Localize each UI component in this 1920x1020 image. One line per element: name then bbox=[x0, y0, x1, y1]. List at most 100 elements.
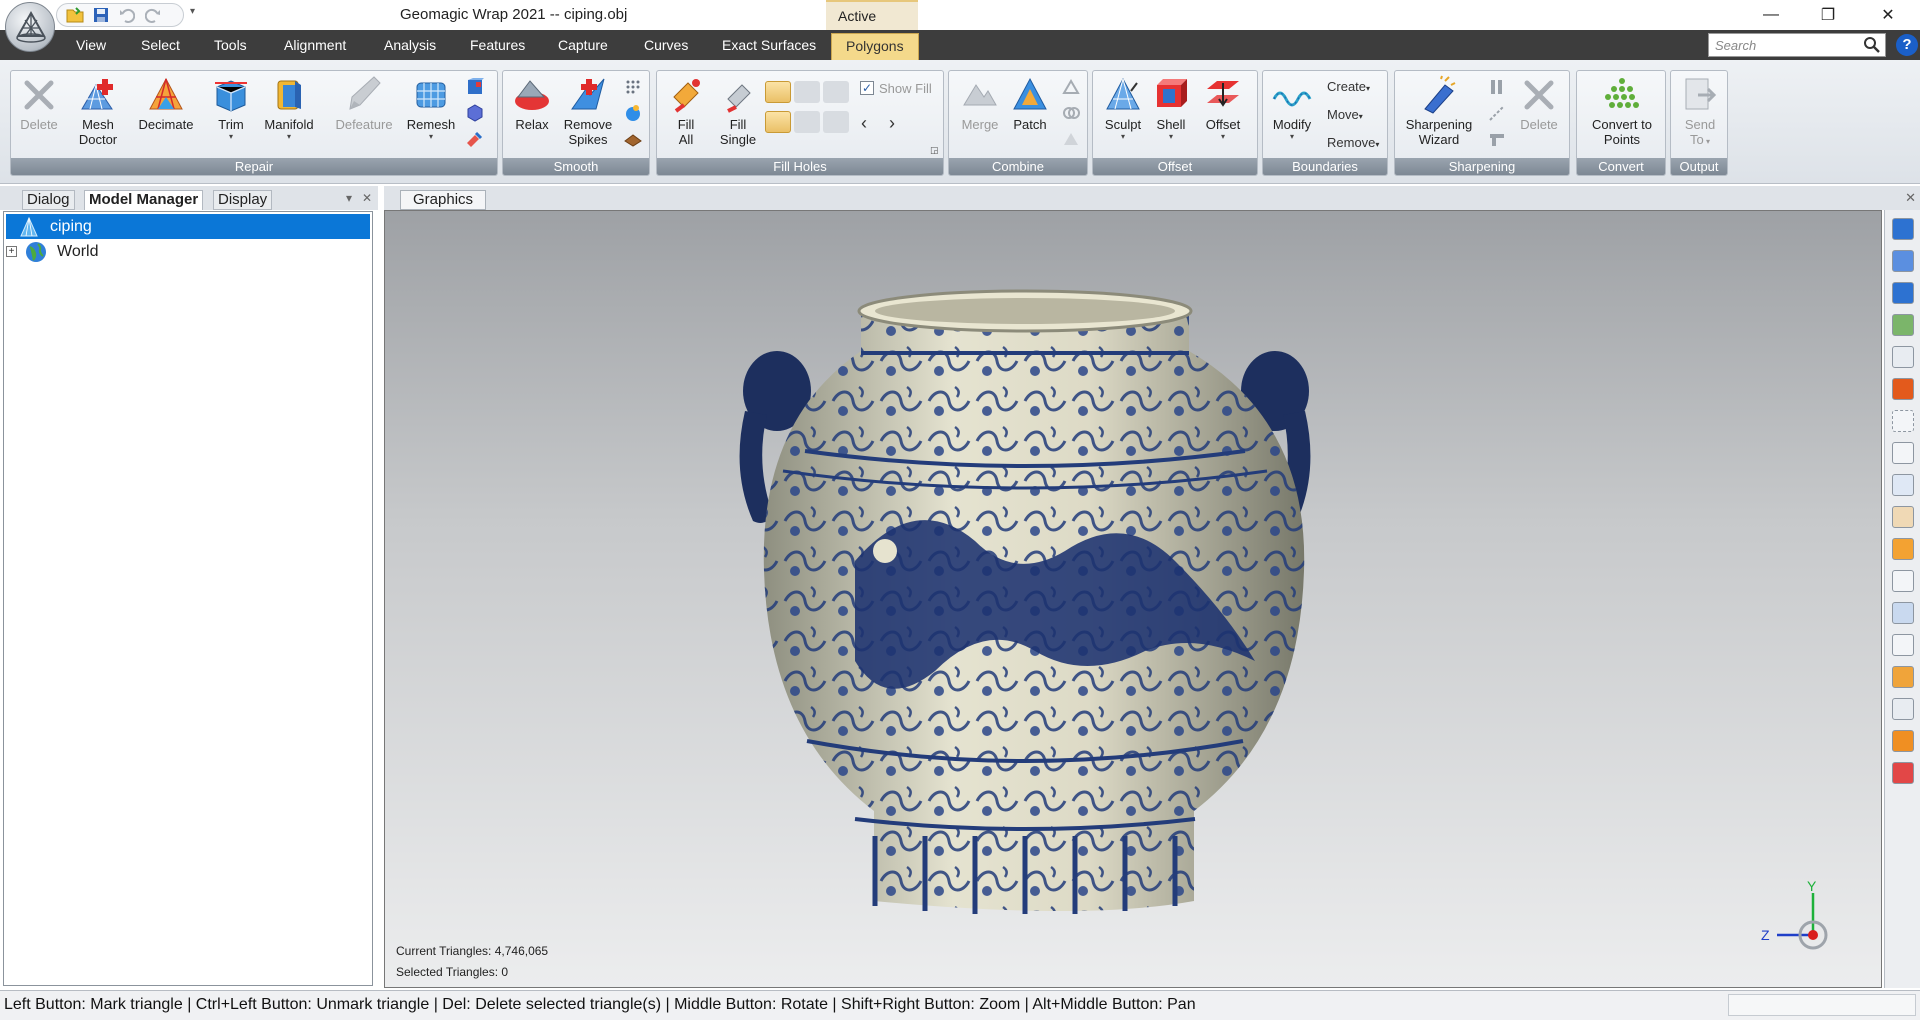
sharpen-small-2-icon[interactable] bbox=[1487, 103, 1507, 123]
offset-button[interactable]: Offset ▾ bbox=[1197, 75, 1249, 141]
sharpening-delete-button[interactable]: Delete bbox=[1515, 75, 1563, 132]
previous-arrow-icon[interactable]: ‹ bbox=[861, 113, 867, 134]
patch-button[interactable]: Patch bbox=[1007, 75, 1053, 132]
polyline-select-icon[interactable] bbox=[1892, 570, 1914, 592]
shell-button[interactable]: Shell ▾ bbox=[1149, 75, 1193, 141]
show-fill-checkbox[interactable]: ✓ bbox=[860, 81, 874, 95]
custom-region-icon[interactable] bbox=[1892, 538, 1914, 560]
repair-tool-icon[interactable] bbox=[465, 129, 485, 149]
panel-close-icon[interactable]: ✕ bbox=[362, 191, 372, 205]
search-icon[interactable] bbox=[1863, 36, 1881, 54]
sharpen-small-1-icon[interactable] bbox=[1487, 77, 1507, 97]
fill-edge-tile[interactable] bbox=[794, 111, 820, 133]
zoom-icon[interactable] bbox=[1892, 346, 1914, 368]
minimize-button[interactable]: — bbox=[1745, 0, 1797, 30]
menu-curves[interactable]: Curves bbox=[644, 30, 688, 60]
combine-small-2-icon[interactable] bbox=[1061, 103, 1081, 123]
create-dropdown[interactable]: Create▾ bbox=[1327, 79, 1370, 94]
sphere-icon[interactable] bbox=[623, 103, 643, 123]
defeature-button[interactable]: Defeature bbox=[329, 75, 399, 132]
remove-dropdown[interactable]: Remove▾ bbox=[1327, 135, 1379, 150]
decimate-button[interactable]: Decimate bbox=[135, 75, 197, 132]
menu-features[interactable]: Features bbox=[470, 30, 525, 60]
sculpt-button[interactable]: Sculpt ▾ bbox=[1099, 75, 1147, 141]
application-menu-logo[interactable] bbox=[5, 2, 55, 52]
menu-exact-surfaces[interactable]: Exact Surfaces bbox=[722, 30, 816, 60]
remesh-button[interactable]: Remesh ▾ bbox=[403, 75, 459, 141]
fit-view-icon[interactable] bbox=[1892, 282, 1914, 304]
rotate-view-icon[interactable] bbox=[1892, 250, 1914, 272]
combine-small-3-icon[interactable] bbox=[1061, 129, 1081, 149]
menu-analysis[interactable]: Analysis bbox=[384, 30, 436, 60]
graphics-viewport[interactable]: Current Triangles: 4,746,065 Selected Tr… bbox=[384, 210, 1882, 988]
send-to-button[interactable]: Send To ▾ bbox=[1675, 75, 1725, 149]
fill-complete-tile[interactable] bbox=[765, 111, 791, 133]
sharpen-small-3-icon[interactable] bbox=[1487, 129, 1507, 149]
view-toolbar bbox=[1884, 210, 1920, 988]
tab-display[interactable]: Display bbox=[213, 190, 273, 210]
invert-selection-icon[interactable] bbox=[1892, 730, 1914, 752]
tab-graphics[interactable]: Graphics bbox=[400, 190, 487, 210]
menu-alignment[interactable]: Alignment bbox=[284, 30, 346, 60]
manifold-button[interactable]: Manifold ▾ bbox=[257, 75, 321, 141]
move-dropdown[interactable]: Move▾ bbox=[1327, 107, 1363, 122]
fill-single-button[interactable]: Fill Single bbox=[713, 75, 763, 147]
tab-model-manager[interactable]: Model Manager bbox=[84, 190, 204, 210]
display-mode-icon[interactable] bbox=[1892, 314, 1914, 336]
help-icon[interactable]: ? bbox=[1896, 34, 1918, 56]
graphics-close-icon[interactable]: ✕ bbox=[1905, 190, 1916, 206]
redo-icon[interactable] bbox=[143, 5, 163, 25]
tree-item-world[interactable]: + World bbox=[6, 239, 370, 264]
relax-button[interactable]: Relax bbox=[509, 75, 555, 132]
view-cube-icon[interactable] bbox=[1892, 218, 1914, 240]
convert-to-points-button[interactable]: Convert to Points bbox=[1581, 75, 1663, 147]
expand-icon[interactable]: + bbox=[6, 246, 17, 257]
paintbrush-select-icon[interactable] bbox=[1892, 506, 1914, 528]
lighting-icon[interactable] bbox=[1892, 378, 1914, 400]
status-text: Left Button: Mark triangle | Ctrl+Left B… bbox=[4, 996, 1196, 1013]
combine-small-1-icon[interactable] bbox=[1061, 77, 1081, 97]
sandpaper-icon[interactable] bbox=[623, 129, 643, 149]
select-through-icon[interactable] bbox=[1892, 602, 1914, 624]
fill-tangent-tile[interactable] bbox=[794, 81, 820, 103]
search-input[interactable] bbox=[1715, 37, 1860, 53]
close-button[interactable]: ✕ bbox=[1862, 0, 1914, 30]
mesh-doctor-button[interactable]: Mesh Doctor bbox=[73, 75, 123, 147]
menu-tools[interactable]: Tools bbox=[214, 30, 247, 60]
next-arrow-icon[interactable]: › bbox=[889, 113, 895, 134]
remove-spikes-button[interactable]: Remove Spikes bbox=[559, 75, 617, 147]
trim-button[interactable]: Trim ▾ bbox=[209, 75, 253, 141]
select-visible-icon[interactable] bbox=[1892, 634, 1914, 656]
fill-bridge-tile[interactable] bbox=[823, 111, 849, 133]
open-folder-icon[interactable] bbox=[65, 5, 85, 25]
sharpening-wizard-button[interactable]: Sharpening Wizard bbox=[1399, 75, 1479, 147]
merge-button[interactable]: Merge bbox=[955, 75, 1005, 132]
menu-select[interactable]: Select bbox=[141, 30, 180, 60]
hexagon-icon[interactable] bbox=[465, 103, 485, 123]
select-all-icon[interactable] bbox=[1892, 666, 1914, 688]
lasso-select-icon[interactable] bbox=[1892, 442, 1914, 464]
rectangle-select-icon[interactable] bbox=[1892, 410, 1914, 432]
cube-red-icon[interactable] bbox=[465, 77, 485, 97]
menu-view[interactable]: View bbox=[76, 30, 106, 60]
menu-polygons[interactable]: Polygons bbox=[831, 33, 919, 60]
clear-selection-icon[interactable] bbox=[1892, 762, 1914, 784]
delete-button[interactable]: Delete bbox=[17, 75, 61, 132]
dots-icon[interactable] bbox=[623, 77, 643, 97]
undo-icon[interactable] bbox=[117, 5, 137, 25]
fill-all-button[interactable]: Fill All bbox=[663, 75, 709, 147]
quick-access-dropdown-icon[interactable]: ▾ bbox=[190, 6, 195, 17]
dialog-launcher-icon[interactable]: ◲ bbox=[930, 145, 939, 156]
tree-item-ciping[interactable]: ciping bbox=[6, 214, 370, 239]
menu-capture[interactable]: Capture bbox=[558, 30, 608, 60]
ribbon-group-smooth: Relax Remove Spikes Smooth bbox=[502, 70, 650, 176]
select-none-icon[interactable] bbox=[1892, 698, 1914, 720]
restore-button[interactable]: ❐ bbox=[1802, 0, 1854, 30]
save-icon[interactable] bbox=[91, 5, 111, 25]
fill-curvature-tile[interactable] bbox=[765, 81, 791, 103]
line-select-icon[interactable] bbox=[1892, 474, 1914, 496]
panel-pin-icon[interactable]: ▾ bbox=[346, 191, 352, 205]
modify-button[interactable]: Modify ▾ bbox=[1267, 75, 1317, 141]
tab-dialog[interactable]: Dialog bbox=[22, 190, 75, 210]
fill-flat-tile[interactable] bbox=[823, 81, 849, 103]
